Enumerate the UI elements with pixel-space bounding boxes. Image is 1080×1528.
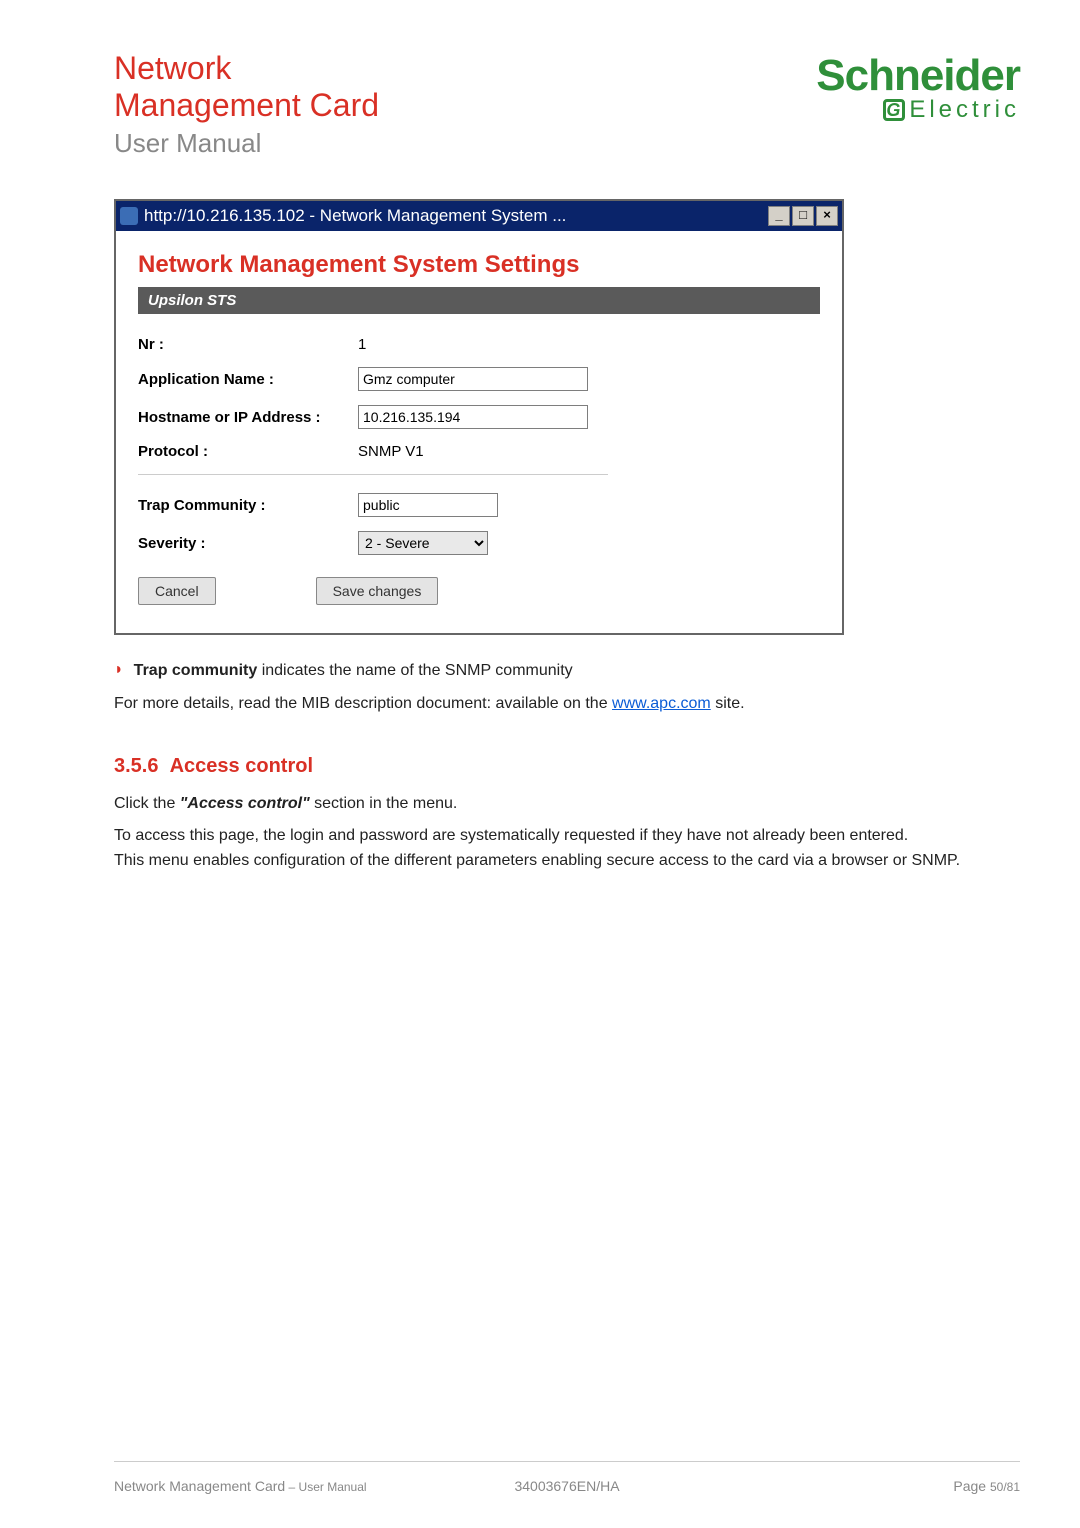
save-changes-button[interactable]: Save changes [316,577,439,605]
p1-bold: "Access control" [180,795,310,812]
p1-post: section in the menu. [310,795,458,812]
brand-logo: Schneider G Electric [816,56,1020,124]
page-footer: Network Management Card – User Manual 34… [114,1461,1020,1494]
severity-label: Severity : [138,535,358,552]
protocol-label: Protocol : [138,443,358,460]
details-post: site. [711,695,745,712]
application-name-input[interactable] [358,367,588,391]
footer-page-label: Page [953,1478,990,1494]
footer-page-number: 50/81 [990,1480,1020,1494]
footer-left-main: Network Management Card [114,1478,285,1494]
paragraph-menu: This menu enables configuration of the d… [114,849,1020,872]
bullet-icon: ◗ [114,659,124,681]
brand-icon: G [883,99,905,121]
protocol-value: SNMP V1 [358,443,424,460]
subtitle: User Manual [114,128,379,159]
apc-link[interactable]: www.apc.com [612,695,711,712]
section-heading: 3.5.6 Access control [114,755,1020,778]
paragraph-click: Click the "Access control" section in th… [114,792,1020,815]
paragraph-access: To access this page, the login and passw… [114,824,1020,847]
section-number: 3.5.6 [114,755,158,777]
footer-left-sub: – User Manual [285,1480,366,1494]
footer-left: Network Management Card – User Manual [114,1478,367,1494]
footer-center: 34003676EN/HA [514,1478,619,1494]
title-line-1: Network [114,50,379,87]
window-title-text: http://10.216.135.102 - Network Manageme… [144,206,566,226]
maximize-button[interactable]: □ [792,206,814,226]
hostname-label: Hostname or IP Address : [138,409,358,426]
document-header: Network Management Card User Manual Schn… [114,50,1020,159]
close-button[interactable]: × [816,206,838,226]
bullet-bold: Trap community [134,662,258,679]
hostname-input[interactable] [358,405,588,429]
bullet-text: Trap community indicates the name of the… [134,659,573,682]
minimize-button[interactable]: _ [768,206,790,226]
nr-value: 1 [358,336,366,353]
section-title: Access control [170,755,313,777]
window-titlebar: http://10.216.135.102 - Network Manageme… [116,201,842,231]
trap-community-input[interactable] [358,493,498,517]
details-paragraph: For more details, read the MIB descripti… [114,692,1020,715]
browser-icon [120,207,138,225]
tab-upsilon[interactable]: Upsilon STS [138,287,820,314]
p1-pre: Click the [114,795,180,812]
brand-sub-text: Electric [909,96,1020,124]
brand-name: Schneider [816,56,1020,96]
panel-heading: Network Management System Settings [138,251,820,279]
severity-select[interactable]: 2 - Severe [358,531,488,555]
title-block: Network Management Card User Manual [114,50,379,159]
details-pre: For more details, read the MIB descripti… [114,695,612,712]
title-line-2: Management Card [114,87,379,124]
nr-label: Nr : [138,336,358,353]
footer-right: Page 50/81 [953,1478,1020,1494]
bullet-rest: indicates the name of the SNMP community [257,662,572,679]
divider [138,474,608,475]
application-name-label: Application Name : [138,371,358,388]
bullet-trap-community: ◗ Trap community indicates the name of t… [114,659,1020,682]
embedded-window: http://10.216.135.102 - Network Manageme… [114,199,844,635]
cancel-button[interactable]: Cancel [138,577,216,605]
trap-community-label: Trap Community : [138,497,358,514]
